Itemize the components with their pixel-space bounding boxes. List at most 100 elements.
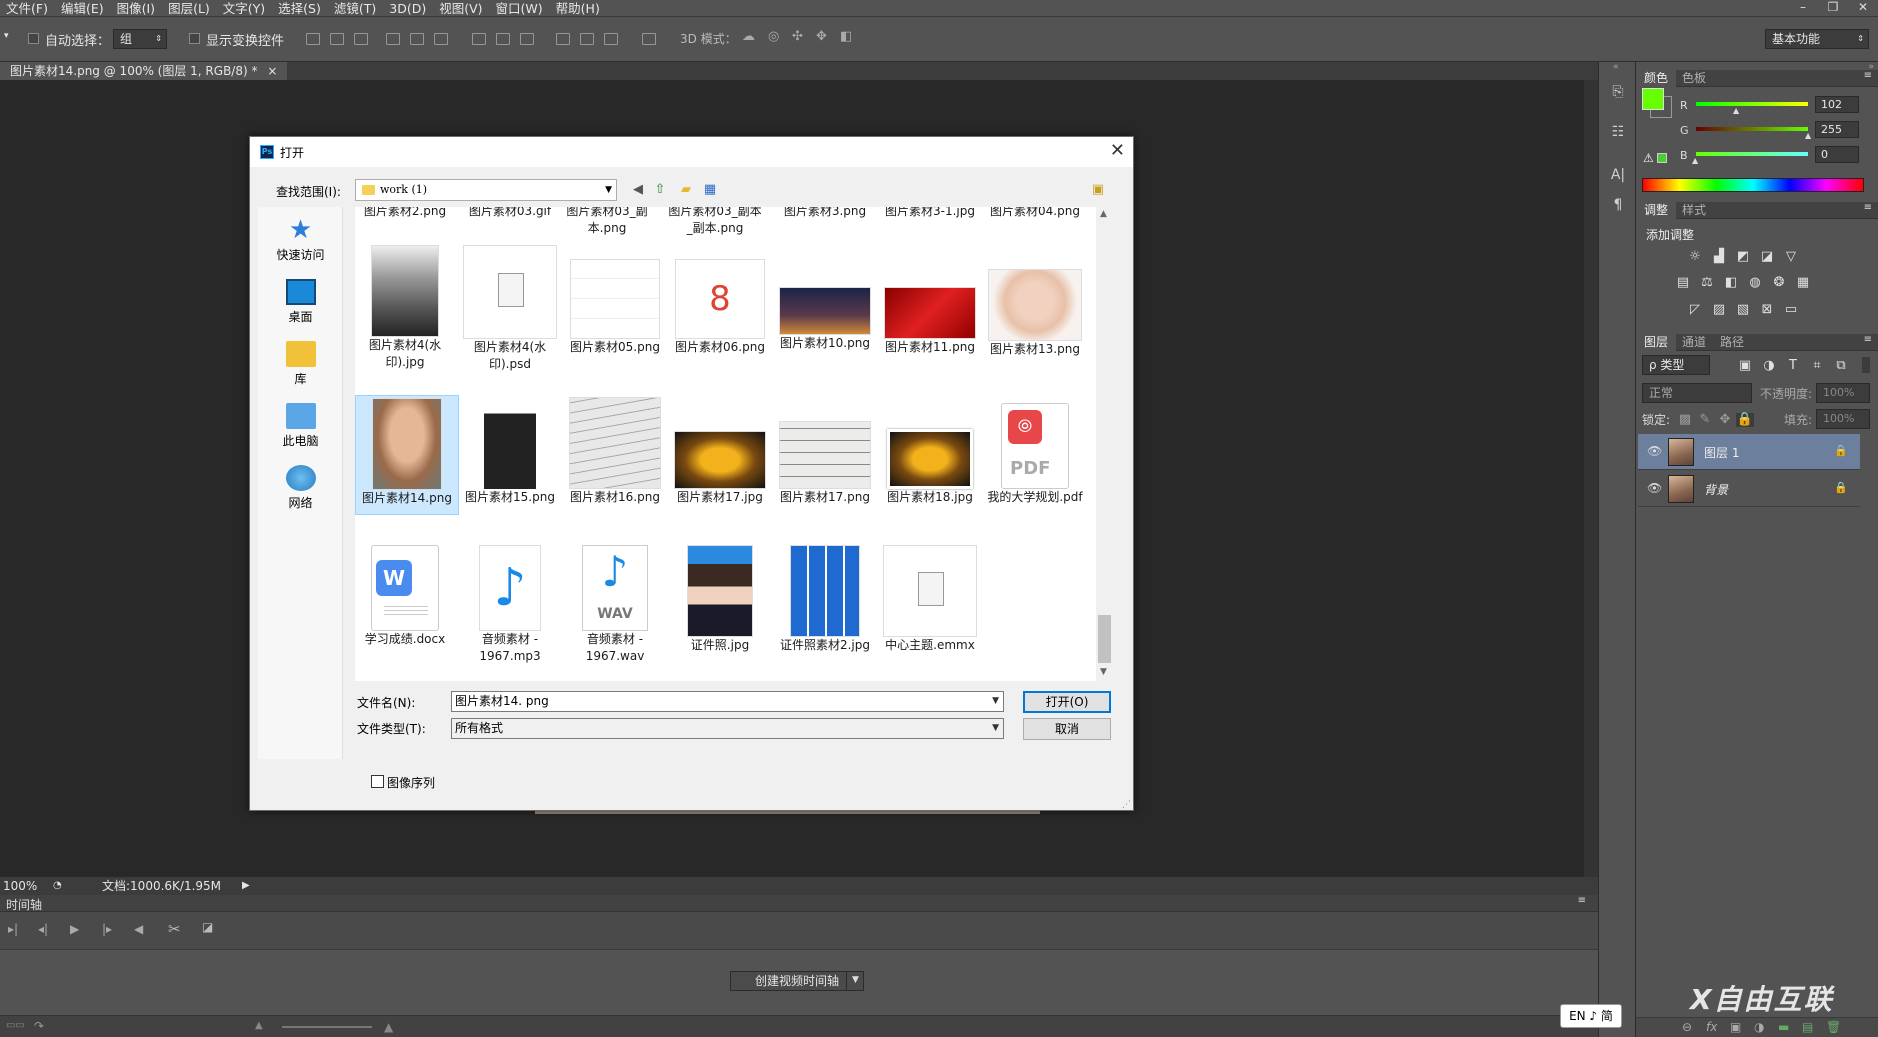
3d-pan-icon[interactable]: ✣ (792, 29, 803, 44)
new-adjustment-icon[interactable]: ◑ (1754, 1020, 1764, 1034)
properties-icon[interactable]: ☷ (1608, 122, 1628, 142)
layer-name[interactable]: 背景 (1704, 481, 1728, 498)
place-this-pc[interactable]: 此电脑 (258, 403, 343, 449)
zoom-slider[interactable] (282, 1026, 372, 1028)
3d-scale-icon[interactable]: ◧ (840, 29, 852, 44)
file-item[interactable]: 图片素材3-1.jpg (880, 207, 980, 220)
file-item[interactable]: 图片素材03_副本.png (565, 207, 649, 237)
menu-filter[interactable]: 滤镜(T) (328, 0, 383, 17)
scissors-icon[interactable]: ✂ (168, 920, 181, 938)
panel-menu-icon[interactable]: ≡ (1864, 202, 1872, 213)
align-hcenter-icon[interactable] (410, 33, 424, 45)
file-item[interactable]: 图片素材03_副本_副本.png (667, 207, 763, 237)
image-sequence-checkbox[interactable] (371, 775, 384, 788)
file-item[interactable]: ⦾ PDF 我的大学规划.pdf (985, 403, 1085, 506)
posterize-icon[interactable]: ▨ (1710, 303, 1728, 317)
filter-shape-icon[interactable]: ⌗ (1808, 359, 1826, 373)
color-lookup-icon[interactable]: ▦ (1794, 276, 1812, 290)
audio-icon[interactable]: ◀ (134, 922, 143, 936)
distribute-top-icon[interactable] (472, 33, 486, 45)
view-menu-icon[interactable]: ▦ (702, 182, 718, 198)
vibrance-icon[interactable]: ▽ (1782, 250, 1800, 264)
ime-indicator[interactable]: EN ♪ 简 (1560, 1004, 1622, 1028)
brightness-icon[interactable]: ☼ (1686, 250, 1704, 264)
invert-icon[interactable]: ◸ (1686, 303, 1704, 317)
menu-select[interactable]: 选择(S) (272, 0, 328, 17)
look-in-dropdown[interactable]: work (1) ▼ (355, 179, 617, 201)
file-item[interactable]: 图片素材15.png (460, 397, 560, 506)
color-balance-icon[interactable]: ⚖ (1698, 276, 1716, 290)
b-slider[interactable] (1696, 152, 1808, 156)
levels-icon[interactable]: ▟ (1710, 250, 1728, 264)
collapse-arrows-icon[interactable]: « (1613, 62, 1619, 72)
visibility-eye-icon[interactable]: 👁 (1647, 444, 1662, 458)
show-transform-checkbox[interactable] (189, 33, 200, 44)
file-item[interactable]: ♪ 音频素材 - 1967.mp3 (460, 545, 560, 665)
menu-help[interactable]: 帮助(H) (550, 0, 607, 17)
align-bottom-icon[interactable] (354, 33, 368, 45)
filter-type-icon[interactable]: T (1784, 359, 1802, 373)
back-icon[interactable]: ◀ (630, 182, 646, 198)
auto-select-dropdown[interactable]: 组 ⇕ (113, 29, 167, 49)
layer-mask-icon[interactable]: ▣ (1730, 1020, 1741, 1034)
render-icon[interactable]: ↷ (34, 1019, 44, 1033)
file-item[interactable]: 中心主题.emmx (880, 545, 980, 654)
3d-rotate-icon[interactable]: ☁ (742, 29, 755, 44)
place-desktop[interactable]: 桌面 (258, 279, 343, 325)
align-top-icon[interactable] (306, 33, 320, 45)
auto-select-checkbox[interactable] (28, 33, 39, 44)
tab-color[interactable]: 颜色 (1636, 70, 1677, 87)
tab-channels[interactable]: 通道 (1674, 334, 1714, 351)
next-frame-icon[interactable]: |▸ (102, 922, 112, 936)
filter-pixel-icon[interactable]: ▣ (1736, 359, 1754, 373)
file-item[interactable]: 图片素材17.png (775, 421, 875, 506)
foreground-color-swatch[interactable] (1642, 88, 1664, 110)
scroll-up-icon[interactable]: ▲ (1100, 209, 1107, 219)
close-icon[interactable]: ✕ (1848, 0, 1878, 17)
link-layers-icon[interactable]: ⊖ (1682, 1020, 1692, 1034)
open-button[interactable]: 打开(O) (1023, 691, 1111, 713)
file-item[interactable]: 8 图片素材06.png (670, 259, 770, 356)
tab-adjustments[interactable]: 调整 (1636, 202, 1677, 219)
file-item[interactable]: 图片素材11.png (880, 287, 980, 356)
history-icon[interactable]: ⎘ (1608, 82, 1628, 102)
curves-icon[interactable]: ◩ (1734, 250, 1752, 264)
exposure-icon[interactable]: ◪ (1758, 250, 1776, 264)
distribute-vcenter-icon[interactable] (496, 33, 510, 45)
menu-image[interactable]: 图像(I) (111, 0, 162, 17)
new-layer-icon[interactable]: ▤ (1802, 1020, 1813, 1034)
g-slider[interactable] (1696, 127, 1808, 131)
black-white-icon[interactable]: ◧ (1722, 276, 1740, 290)
menu-layer[interactable]: 图层(L) (162, 0, 217, 17)
zoom-out-icon[interactable]: ▲ (255, 1020, 263, 1031)
scroll-down-icon[interactable]: ▼ (1100, 667, 1107, 677)
zoom-level[interactable]: 100% (3, 877, 37, 895)
filter-smart-icon[interactable]: ⧉ (1832, 359, 1850, 373)
transition-icon[interactable]: ◪ (202, 920, 213, 934)
g-value-input[interactable]: 255 (1815, 121, 1859, 138)
frame-mode-icon[interactable]: ▭▭ (6, 1020, 25, 1031)
distribute-bottom-icon[interactable] (520, 33, 534, 45)
visibility-eye-icon[interactable]: 👁 (1647, 481, 1662, 495)
new-group-icon[interactable]: ▬ (1778, 1020, 1789, 1034)
file-item[interactable]: 证件照素材2.jpg (775, 545, 875, 654)
tab-layers[interactable]: 图层 (1636, 334, 1677, 351)
layer-name[interactable]: 图层 1 (1704, 444, 1739, 461)
filter-toggle[interactable] (1862, 357, 1870, 373)
file-item[interactable]: 图片素材10.png (775, 287, 875, 352)
gamut-swatch[interactable] (1657, 153, 1667, 163)
minimize-icon[interactable]: – (1788, 0, 1818, 17)
zoom-in-icon[interactable]: ▲ (384, 1020, 393, 1034)
workspace-dropdown[interactable]: 基本功能 ⇕ (1765, 29, 1869, 49)
resize-grip-icon[interactable]: ⋰ (1122, 800, 1131, 810)
lock-pixels-icon[interactable]: ✎ (1696, 413, 1714, 427)
canvas-scrollbar[interactable] (1584, 80, 1598, 877)
close-tab-icon[interactable]: × (267, 64, 277, 78)
lock-all-icon[interactable]: 🔒 (1736, 413, 1754, 427)
file-item[interactable]: 图片素材18.jpg (880, 429, 980, 506)
gradient-map-icon[interactable]: ▭ (1782, 303, 1800, 317)
document-tab[interactable]: 图片素材14.png @ 100% (图层 1, RGB/8) * × (0, 62, 288, 80)
file-item[interactable]: 证件照.jpg (670, 545, 770, 654)
menu-type[interactable]: 文字(Y) (217, 0, 272, 17)
opacity-input[interactable]: 100% (1816, 383, 1870, 403)
